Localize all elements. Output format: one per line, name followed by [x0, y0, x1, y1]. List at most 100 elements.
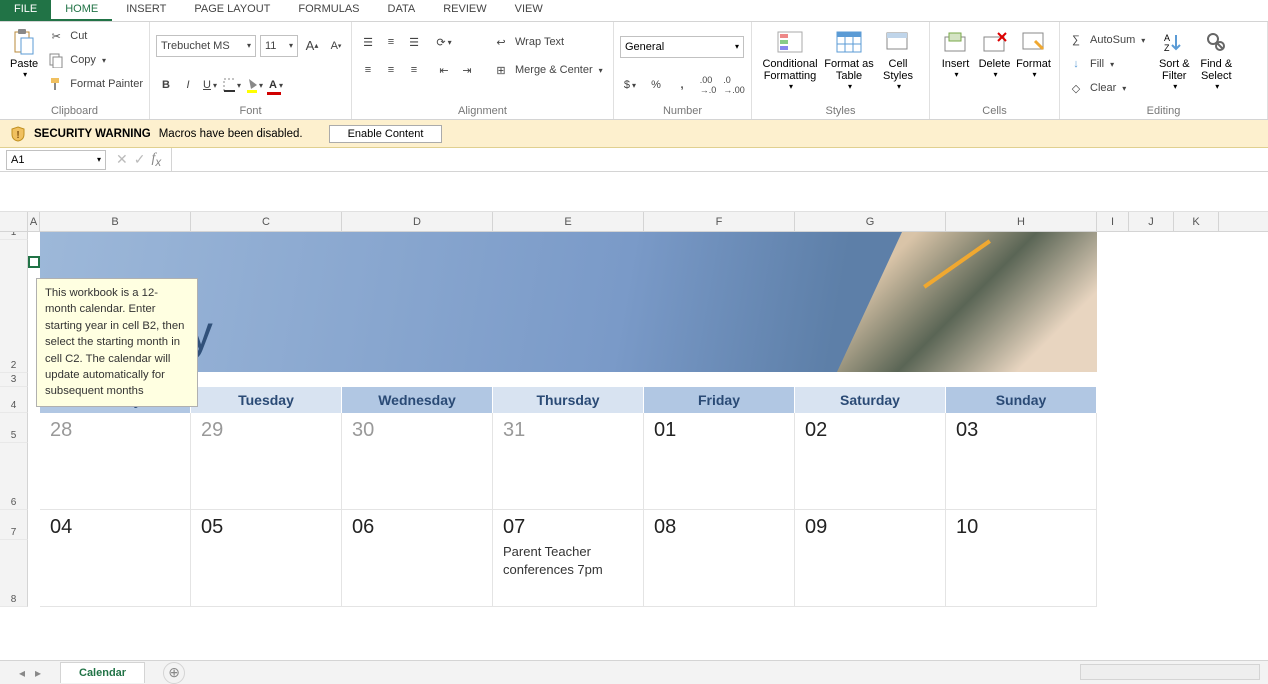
format-painter-button[interactable]: Format Painter — [46, 72, 143, 96]
conditional-formatting-button[interactable]: Conditional Formatting▾ — [758, 24, 822, 95]
autosum-button[interactable]: ∑AutoSum▾ — [1066, 28, 1145, 52]
tab-review[interactable]: REVIEW — [429, 0, 500, 21]
tab-page-layout[interactable]: PAGE LAYOUT — [180, 0, 284, 21]
tab-formulas[interactable]: FORMULAS — [284, 0, 373, 21]
col-header-I[interactable]: I — [1097, 212, 1129, 231]
cal-cell[interactable]: 31 — [493, 413, 644, 510]
col-header-D[interactable]: D — [342, 212, 493, 231]
row-header-5[interactable]: 5 — [0, 413, 28, 443]
cal-cell[interactable]: 08 — [644, 510, 795, 607]
underline-button[interactable]: U▾ — [200, 75, 220, 95]
col-header-J[interactable]: J — [1129, 212, 1174, 231]
enter-formula-button[interactable]: ✓ — [134, 151, 146, 168]
fill-color-button[interactable]: ▾ — [244, 75, 264, 95]
col-header-B[interactable]: B — [40, 212, 191, 231]
number-format-select[interactable]: General▾ — [620, 36, 744, 58]
cal-cell[interactable]: 09 — [795, 510, 946, 607]
tab-data[interactable]: DATA — [374, 0, 430, 21]
cal-cell[interactable]: 05 — [191, 510, 342, 607]
cal-cell[interactable]: 03 — [946, 413, 1097, 510]
font-color-button[interactable]: A▾ — [266, 75, 286, 95]
col-header-G[interactable]: G — [795, 212, 946, 231]
cal-cell[interactable]: 29 — [191, 413, 342, 510]
bold-button[interactable]: B — [156, 75, 176, 95]
cell-tooltip: This workbook is a 12-month calendar. En… — [36, 278, 198, 407]
font-family-select[interactable]: Trebuchet MS▾ — [156, 35, 256, 57]
col-header-E[interactable]: E — [493, 212, 644, 231]
formula-input[interactable] — [171, 148, 1268, 171]
find-select-button[interactable]: Find & Select▾ — [1195, 24, 1237, 95]
sheet-nav-prev[interactable]: ◂ — [19, 666, 25, 680]
horizontal-scrollbar[interactable] — [1080, 664, 1260, 680]
align-top-button[interactable]: ☰ — [358, 32, 378, 52]
wrap-text-button[interactable]: ↩Wrap Text — [491, 30, 603, 54]
col-header-C[interactable]: C — [191, 212, 342, 231]
tab-home[interactable]: HOME — [51, 0, 112, 21]
row-header-6[interactable]: 6 — [0, 443, 28, 510]
border-button[interactable]: ▾ — [222, 75, 242, 95]
add-sheet-button[interactable]: ⊕ — [163, 662, 185, 684]
col-header-A[interactable]: A — [28, 212, 40, 231]
row-header-2[interactable]: 2 — [0, 240, 28, 373]
cal-cell[interactable]: 01 — [644, 413, 795, 510]
grow-font-button[interactable]: A▴ — [302, 36, 322, 56]
svg-text:Z: Z — [1164, 43, 1170, 53]
cal-cell[interactable]: 07Parent Teacher conferences 7pm — [493, 510, 644, 607]
cal-cell[interactable]: 28 — [40, 413, 191, 510]
row-header-4[interactable]: 4 — [0, 387, 28, 413]
day-header-wed: Wednesday — [342, 387, 493, 413]
cal-cell[interactable]: 02 — [795, 413, 946, 510]
row-header-3[interactable]: 3 — [0, 373, 28, 387]
cal-cell[interactable]: 10 — [946, 510, 1097, 607]
increase-indent-button[interactable]: ⇥ — [457, 60, 477, 80]
italic-button[interactable]: I — [178, 75, 198, 95]
align-center-button[interactable]: ≡ — [381, 60, 401, 80]
align-right-button[interactable]: ≡ — [404, 60, 424, 80]
orientation-button[interactable]: ⟳▾ — [434, 32, 454, 52]
cell-styles-button[interactable]: Cell Styles▾ — [876, 24, 920, 95]
font-size-select[interactable]: 11▾ — [260, 35, 298, 57]
merge-center-button[interactable]: ⊞Merge & Center▾ — [491, 58, 603, 82]
cancel-formula-button[interactable]: ✕ — [116, 151, 128, 168]
align-left-button[interactable]: ≡ — [358, 60, 378, 80]
format-as-table-button[interactable]: Format as Table▾ — [822, 24, 876, 95]
paste-button[interactable]: Paste▾ — [6, 24, 42, 83]
cal-cell[interactable]: 04 — [40, 510, 191, 607]
copy-button[interactable]: Copy▾ — [46, 48, 143, 72]
calendar-event: Parent Teacher conferences 7pm — [503, 543, 633, 579]
percent-button[interactable]: % — [646, 75, 666, 95]
decrease-decimal-button[interactable]: .0→.00 — [724, 75, 744, 95]
insert-cells-button[interactable]: Insert▾ — [936, 24, 975, 83]
align-middle-button[interactable]: ≡ — [381, 32, 401, 52]
delete-cells-button[interactable]: Delete▾ — [975, 24, 1014, 83]
tab-file[interactable]: FILE — [0, 0, 51, 21]
fill-button[interactable]: ↓Fill▾ — [1066, 52, 1145, 76]
enable-content-button[interactable]: Enable Content — [329, 125, 443, 143]
sheet-tab-bar: ◂ ▸ Calendar ⊕ — [0, 660, 1268, 684]
sort-filter-button[interactable]: AZSort & Filter▾ — [1153, 24, 1195, 95]
cal-cell[interactable]: 06 — [342, 510, 493, 607]
col-header-K[interactable]: K — [1174, 212, 1219, 231]
increase-decimal-button[interactable]: .00→.0 — [698, 75, 718, 95]
col-header-F[interactable]: F — [644, 212, 795, 231]
decrease-indent-button[interactable]: ⇤ — [434, 60, 454, 80]
col-header-H[interactable]: H — [946, 212, 1097, 231]
format-cells-button[interactable]: Format▾ — [1014, 24, 1053, 83]
accounting-button[interactable]: $▾ — [620, 75, 640, 95]
cut-button[interactable]: ✂Cut — [46, 24, 143, 48]
clear-button[interactable]: ◇Clear▾ — [1066, 76, 1145, 100]
row-header-7[interactable]: 7 — [0, 510, 28, 540]
row-header-8[interactable]: 8 — [0, 540, 28, 607]
comma-button[interactable]: , — [672, 75, 692, 95]
tab-insert[interactable]: INSERT — [112, 0, 180, 21]
fill-icon: ↓ — [1066, 54, 1086, 74]
sheet-nav-next[interactable]: ▸ — [35, 666, 41, 680]
sheet-tab-calendar[interactable]: Calendar — [60, 662, 145, 683]
row-header-1[interactable]: 1 — [0, 232, 28, 240]
cal-cell[interactable]: 30 — [342, 413, 493, 510]
shrink-font-button[interactable]: A▾ — [326, 36, 346, 56]
fx-icon[interactable]: fx — [151, 151, 161, 169]
name-box[interactable]: A1▾ — [6, 150, 106, 170]
tab-view[interactable]: VIEW — [501, 0, 557, 21]
align-bottom-button[interactable]: ☰ — [404, 32, 424, 52]
